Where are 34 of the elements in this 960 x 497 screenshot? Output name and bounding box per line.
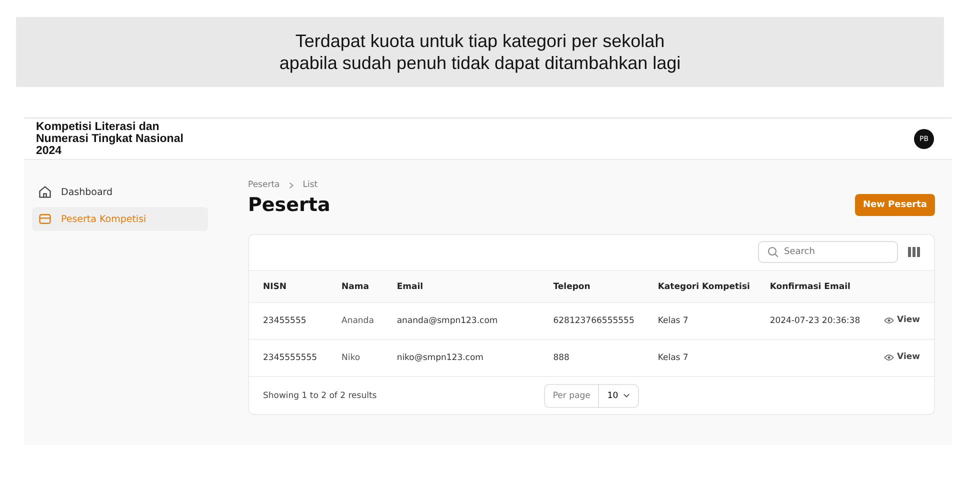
view-link[interactable]: View [884, 352, 920, 362]
column-header[interactable]: Telepon [553, 282, 590, 292]
table-cell: Niko [342, 353, 360, 363]
chevron-right-icon [288, 182, 295, 188]
table-cell: 23455555 [263, 316, 306, 326]
table-cell: 628123766555555 [553, 316, 634, 326]
app-title: Kompetisi Literasi dan Numerasi Tingkat Nasional 2024 [36, 121, 184, 157]
table-cell: Kelas 7 [658, 353, 688, 363]
breadcrumb-link[interactable]: Peserta [248, 180, 280, 190]
per-page-select[interactable]: Per page 10 [544, 384, 640, 408]
table-cell: 2024-07-23 20:36:38 [770, 316, 860, 326]
sidebar-item[interactable]: Dashboard [32, 180, 208, 204]
table-cell: 2345555555 [263, 353, 318, 363]
column-header[interactable]: Email [396, 282, 424, 292]
table-cell: 888 [553, 353, 570, 363]
table-cell: niko@smpn123.com [396, 353, 484, 363]
column-header[interactable]: NISN [263, 282, 287, 292]
column-header[interactable]: Nama [342, 282, 369, 292]
banner-text: apabila sudah penuh tidak dapat ditambahkan lagi [279, 52, 681, 74]
home-icon [38, 185, 52, 199]
table-cell: Ananda [342, 316, 374, 326]
results-summary: Showing 1 to 2 of 2 results [263, 390, 378, 400]
caret-icon [623, 392, 630, 399]
search-field[interactable]: Search [758, 241, 898, 263]
page-title: Peserta [248, 194, 330, 216]
eye-icon [884, 316, 894, 324]
view-link[interactable]: View [884, 315, 920, 326]
tray-icon [38, 212, 52, 226]
banner-text: Terdapat kuota untuk tiap kategori per sekolah [295, 30, 665, 52]
table-cell: Kelas 7 [658, 316, 688, 326]
eye-icon [884, 354, 894, 361]
breadcrumb-current: List [302, 180, 318, 190]
table-cell: ananda@smpn123.com [396, 316, 498, 326]
columns-icon[interactable] [908, 247, 920, 257]
